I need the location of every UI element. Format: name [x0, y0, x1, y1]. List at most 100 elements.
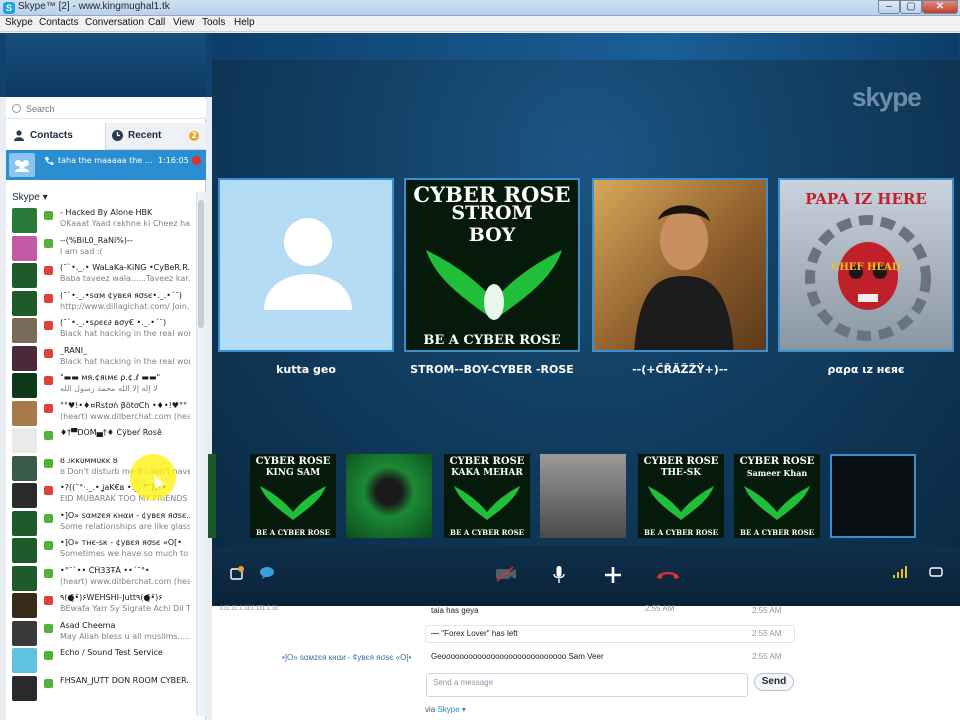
contact-group-header[interactable]: Skype ▾	[12, 192, 48, 203]
avatar	[12, 593, 37, 618]
strip-tile-line1: CYBER ROSE	[255, 456, 331, 467]
menu-help[interactable]: Help	[234, 17, 255, 28]
self-video-tile[interactable]	[830, 454, 916, 538]
chat-time: 2:55 AM	[752, 606, 782, 615]
contact-name: Echo / Sound Test Service	[60, 648, 163, 657]
call-controls-bar	[212, 546, 960, 606]
add-participant-icon[interactable]	[604, 566, 622, 584]
contact-row[interactable]: (¯`•._.•ѕρєє∂ вσу€ •._.•´¯) Black hat hac…	[6, 316, 196, 344]
skype-app-icon[interactable]: S	[3, 2, 15, 14]
busy-status-icon	[44, 486, 53, 495]
avatar	[12, 565, 37, 591]
busy-status-icon	[44, 596, 53, 605]
participant-name: STROM--BOY-CYBER -ROSE	[410, 363, 574, 376]
menu-conversation[interactable]: Conversation	[85, 17, 144, 28]
message-input[interactable]: Send a message	[426, 673, 748, 697]
via-service-selector[interactable]: Skype ▾	[437, 705, 465, 714]
strip-tile-line1: CYBER ROSE	[449, 456, 525, 467]
hang-up-indicator-icon[interactable]	[192, 156, 201, 165]
scroll-thumb[interactable]	[198, 200, 204, 328]
menu-call[interactable]: Call	[148, 17, 165, 28]
busy-status-icon	[44, 403, 53, 413]
online-status-icon	[44, 678, 53, 688]
send-button[interactable]: Send	[754, 673, 794, 691]
strip-tile[interactable]	[346, 454, 432, 538]
conversation-header	[212, 33, 958, 63]
busy-status-icon	[44, 321, 53, 330]
contact-mood: I am sad :(	[60, 246, 103, 256]
tile-center-text: CHEF HEAD	[831, 262, 901, 273]
system-message-text: "Forex Lover" has left	[441, 629, 518, 638]
contact-row[interactable]: •°¯`•• ČĤ33ŦÄ ••´¯°• (heart) www.dilberch…	[6, 564, 196, 592]
avatar	[12, 510, 37, 536]
menu-contacts[interactable]: Contacts	[39, 17, 78, 28]
busy-status-icon	[44, 376, 53, 385]
strip-tile[interactable]	[540, 454, 626, 538]
participant-tile[interactable]	[218, 178, 394, 352]
avatar	[12, 373, 37, 398]
contact-row[interactable]: "▬▬ мя.¢яιмє ρ.¢.ℓ ▬▬" لا إله إلا الله مح…	[6, 371, 196, 399]
contact-row[interactable]: _RANI_ Black hat hacking in the real worl…	[6, 344, 196, 372]
phone-icon	[45, 157, 54, 165]
contact-row[interactable]: (¯`•._.•ѕαм ¢увєя яσѕє•._.•´¯) http://www…	[6, 289, 196, 317]
strip-tile-line1: CYBER ROSE	[643, 456, 719, 467]
contact-name: •]O» ѕαмzєя кнαи - ¢увєя яσѕє...	[60, 510, 190, 520]
close-button[interactable]: ✕	[922, 0, 958, 14]
contact-mood: (heart) www.dilberchat.com (hea...	[60, 411, 190, 421]
contact-row[interactable]: (¯`•._.• WaLaKa-KiNG •CyBeR.R... Baba tav…	[6, 261, 196, 289]
contact-row[interactable]: Asad Cheema May Allah bless u all muslims…	[6, 619, 196, 647]
tile-line1: PAPA IZ HERE	[805, 190, 927, 208]
hang-up-icon[interactable]	[655, 569, 681, 581]
participant-name: ραρα ιz нєяє	[827, 363, 905, 376]
green-wings-graphic	[454, 486, 520, 520]
strip-tile[interactable]: CYBER ROSE KING SAM BE A CYBER ROSE	[250, 454, 336, 538]
avatar	[12, 620, 37, 646]
contact-row[interactable]: ♦†▀DOM▄†♦ Ćÿbeŕ Ŕosê	[6, 426, 196, 454]
strip-tile-partial[interactable]	[208, 454, 216, 538]
menu-view[interactable]: View	[173, 17, 195, 28]
participant-tile[interactable]: PAPA IZ HERE CHEF HEAD	[778, 178, 954, 352]
participant-tile[interactable]: CYBER ROSE STROM BOY BE A CYBER ROSE	[404, 178, 580, 352]
search-input[interactable]	[26, 101, 202, 116]
contact-row[interactable]: ٩(●̮̮̃•̃)۶WEHSHI-Jutt٩(●̮̮̃•̃)۶ BEwafa Ya…	[6, 591, 196, 619]
minimize-button[interactable]: –	[878, 0, 900, 14]
fullscreen-icon[interactable]	[929, 566, 943, 578]
microphone-icon[interactable]	[553, 566, 565, 584]
contact-row[interactable]: •]O» тнє-ѕк - ¢увєя яσѕє «O[• Sometimes w…	[6, 536, 196, 564]
contact-row[interactable]: Echo / Sound Test Service	[6, 646, 196, 674]
online-status-icon	[44, 431, 53, 440]
strip-tile-footer: BE A CYBER ROSE	[644, 528, 718, 537]
recent-count-badge: 2	[189, 131, 199, 141]
person-photo-icon	[634, 205, 734, 350]
chat-bubble-icon[interactable]	[259, 566, 275, 580]
maximize-button[interactable]: ▢	[900, 0, 922, 14]
strip-tile[interactable]: CYBER ROSE THE-SK BE A CYBER ROSE	[638, 454, 724, 538]
busy-status-icon	[44, 293, 53, 303]
group-avatar	[9, 153, 35, 177]
call-duration: 1:16:05	[158, 156, 189, 165]
active-call-item[interactable]	[6, 150, 206, 180]
contact-row[interactable]: - Hacked By Alone HBK OKaaat Yaad rakhne …	[6, 206, 196, 234]
menu-skype[interactable]: Skype	[5, 17, 33, 28]
online-status-icon	[44, 568, 53, 578]
strip-tile-line1: CYBER ROSE	[739, 456, 815, 467]
add-video-icon[interactable]	[230, 566, 244, 580]
participant-name: kutta geo	[276, 363, 336, 376]
strip-tile[interactable]: CYBER ROSE Sameer Khan BE A CYBER ROSE	[734, 454, 820, 538]
default-avatar-icon	[264, 218, 352, 310]
menu-tools[interactable]: Tools	[202, 17, 225, 28]
contact-row[interactable]: °°♥!•♦¤Rstơṅ βötơCh •♦•!♥°° (heart) www.d…	[6, 399, 196, 427]
dash-icon: —	[431, 629, 442, 638]
contact-row[interactable]: --(%BiL0_RaNi%)-- I am sad :(	[6, 234, 196, 262]
menu-bar: Skype Contacts Conversation Call View To…	[0, 16, 960, 32]
contact-row[interactable]: •]O» ѕαмzєя кнαи - ¢увєя яσѕє... Some rel…	[6, 509, 196, 537]
video-off-icon[interactable]	[495, 566, 517, 582]
strip-tile[interactable]: CYBER ROSE KAKA MEHAR BE A CYBER ROSE	[444, 454, 530, 538]
contact-name: ♦†▀DOM▄†♦ Ćÿbeŕ Ŕosê	[60, 428, 162, 437]
person-icon	[14, 130, 24, 141]
participant-tile[interactable]	[592, 178, 768, 352]
online-status-icon	[44, 623, 53, 633]
contact-row[interactable]: FHSAN_JUTT DON ROOM CYBER...	[6, 674, 196, 702]
avatar	[12, 455, 37, 481]
strip-tile-line2: Sameer Khan	[746, 468, 808, 478]
